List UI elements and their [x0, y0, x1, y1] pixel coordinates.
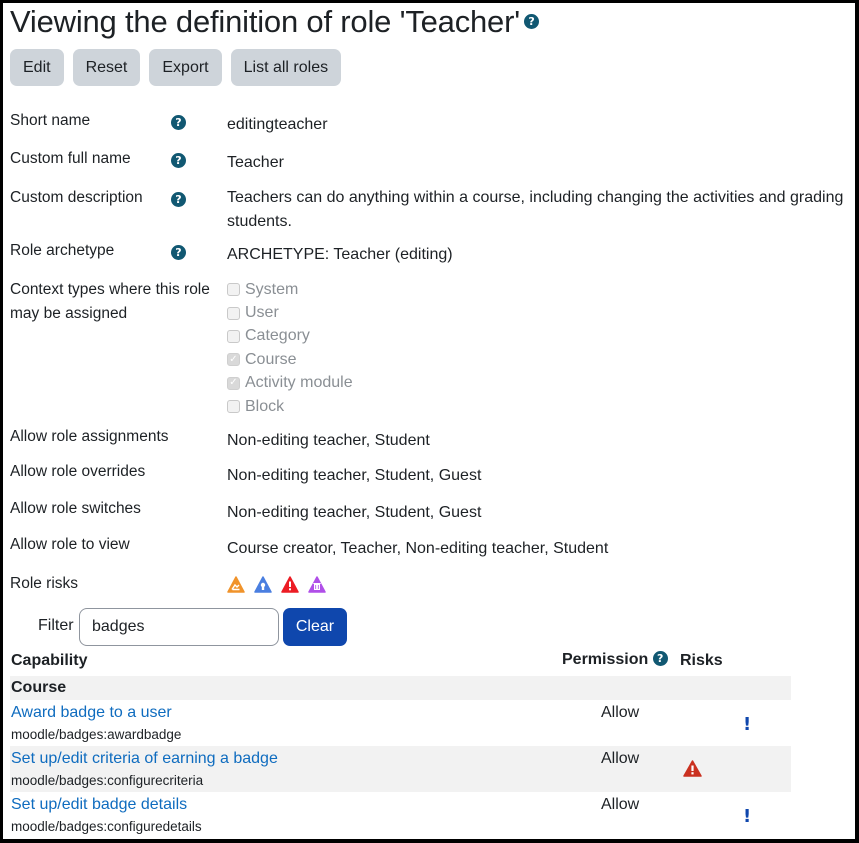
toolbar: Edit Reset Export List all roles	[10, 49, 342, 86]
full-name-value: Teacher	[227, 154, 284, 171]
context-option-block: Block	[227, 395, 353, 418]
option-label: Activity module	[245, 374, 353, 392]
permission-header: Permission ?	[562, 651, 668, 669]
capability-name: moodle/badges:awardbadge	[11, 727, 182, 742]
question-circle-icon[interactable]: ?	[523, 14, 539, 30]
question-circle-icon[interactable]: ?	[171, 115, 186, 130]
allow-assign-value: Non-editing teacher, Student	[227, 432, 430, 449]
question-circle-icon[interactable]: ?	[652, 651, 668, 667]
exclamation-icon: !	[743, 806, 752, 827]
capability-link[interactable]: Award badge to a user	[11, 704, 172, 722]
short-name-value: editingteacher	[227, 116, 328, 133]
context-types-list: System User Category ✓ Course ✓ Activity m…	[227, 278, 353, 418]
context-types-label: Context types where this role may be ass…	[10, 281, 210, 322]
context-option-course: ✓ Course	[227, 348, 353, 371]
allow-override-label: Allow role overrides	[10, 463, 146, 480]
description-value: Teachers can do anything within a course…	[227, 189, 844, 230]
export-button[interactable]: Export	[149, 49, 222, 86]
group-row-course: Course	[10, 676, 791, 700]
permission-value: Allow	[601, 704, 640, 721]
question-circle-icon[interactable]: ?	[171, 153, 186, 168]
checkbox	[227, 306, 240, 320]
reset-button[interactable]: Reset	[72, 49, 141, 86]
checkbox-checked: ✓	[227, 376, 240, 390]
option-label: Block	[245, 397, 285, 415]
option-label: User	[245, 304, 279, 322]
archetype-value: ARCHETYPE: Teacher (editing)	[227, 246, 453, 263]
permission-value: Allow	[601, 796, 640, 813]
allow-view-label: Allow role to view	[10, 536, 130, 553]
allow-assign-label: Allow role assignments	[10, 428, 169, 445]
edit-button[interactable]: Edit	[10, 49, 64, 86]
full-name-label: Custom full name	[10, 150, 131, 167]
list-all-roles-button[interactable]: List all roles	[230, 49, 342, 86]
capability-link[interactable]: Set up/edit badge details	[11, 796, 187, 814]
option-label: Course	[245, 350, 297, 368]
allow-override-value: Non-editing teacher, Student, Guest	[227, 467, 482, 484]
table-row: Set up/edit criteria of earning a badge …	[10, 746, 791, 792]
capability-link[interactable]: Set up/edit criteria of earning a badge	[11, 750, 278, 768]
risk-personal-icon	[254, 576, 272, 593]
clear-button[interactable]: Clear	[283, 608, 347, 646]
option-label: Category	[245, 327, 310, 345]
question-circle-icon[interactable]: ?	[171, 192, 186, 207]
capability-name: moodle/badges:configurecriteria	[11, 773, 204, 788]
table-row: Award badge to a user moodle/badges:awar…	[10, 700, 791, 746]
filter-label: Filter	[38, 617, 74, 634]
role-risks-icons	[227, 576, 326, 593]
checkbox	[227, 283, 240, 297]
permission-value: Allow	[601, 750, 640, 767]
description-label: Custom description	[10, 189, 143, 206]
allow-switch-value: Non-editing teacher, Student, Guest	[227, 504, 482, 521]
context-option-user: User	[227, 301, 353, 324]
risk-xss-icon	[227, 576, 245, 593]
page-title: Viewing the definition of role 'Teacher'…	[10, 4, 539, 40]
checkbox-checked: ✓	[227, 353, 240, 367]
risk-dataloss-icon	[308, 576, 326, 593]
risks-header: Risks	[680, 652, 723, 669]
question-circle-icon[interactable]: ?	[171, 245, 186, 260]
short-name-label: Short name	[10, 112, 91, 129]
page-title-text: Viewing the definition of role 'Teacher'	[10, 4, 520, 39]
warning-triangle-icon	[683, 760, 702, 777]
context-option-activity-module: ✓ Activity module	[227, 372, 353, 395]
filter-input[interactable]	[79, 608, 279, 646]
capability-name: moodle/badges:configuredetails	[11, 819, 202, 834]
allow-view-value: Course creator, Teacher, Non-editing tea…	[227, 540, 609, 557]
option-label: System	[245, 280, 299, 298]
table-row: Set up/edit badge details moodle/badges:…	[10, 792, 791, 838]
checkbox	[227, 400, 240, 414]
group-label: Course	[11, 679, 67, 696]
context-option-category: Category	[227, 325, 353, 348]
checkbox	[227, 329, 240, 343]
role-risks-label: Role risks	[10, 575, 79, 592]
exclamation-icon: !	[743, 714, 752, 735]
capability-header: Capability	[11, 652, 88, 669]
permission-header-text: Permission	[562, 651, 649, 668]
archetype-label: Role archetype	[10, 242, 115, 259]
context-option-system: System	[227, 278, 353, 301]
risk-config-icon	[281, 576, 299, 593]
allow-switch-label: Allow role switches	[10, 500, 141, 517]
